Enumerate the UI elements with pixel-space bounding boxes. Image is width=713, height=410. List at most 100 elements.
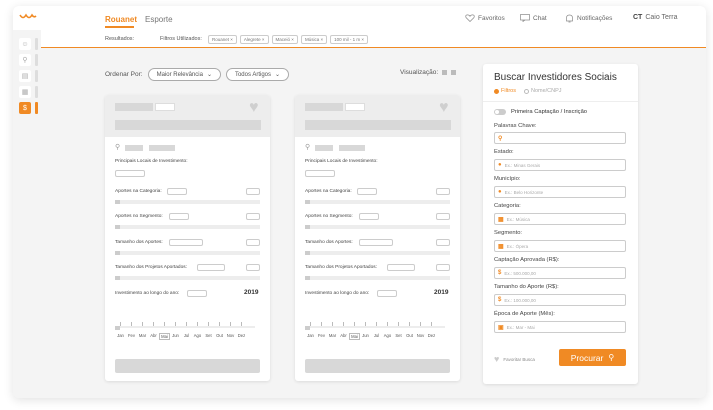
favorite-heart-icon[interactable]: ♥ — [249, 99, 259, 117]
tamanho-aporte-placeholder: Ex.: 100.000,00 — [504, 297, 536, 303]
filter-chip[interactable]: Alegrete × — [239, 35, 269, 44]
card-action-button[interactable] — [305, 359, 450, 373]
logo-icon — [19, 13, 37, 19]
tab-rouanet[interactable]: Rouanet — [105, 15, 137, 24]
article-filter-select[interactable]: Todos Artigos ⌄ — [225, 68, 290, 81]
locais-label: Principais Locais de Investimento: — [305, 159, 378, 164]
month-label: Mai — [159, 333, 170, 340]
chevron-down-icon: ⌄ — [275, 72, 281, 78]
grid-view-icon[interactable] — [442, 70, 448, 75]
procurar-button[interactable]: Procurar ⚲ — [559, 349, 626, 366]
investor-card: ♥ ⚲ Principais Locais de Investimento: A… — [105, 95, 270, 381]
bell-icon — [566, 14, 573, 23]
radio-nome[interactable]: Nome/CNPJ — [523, 88, 562, 94]
month-label: Dez — [427, 333, 436, 338]
money-icon[interactable]: $ — [19, 102, 31, 114]
municipio-input[interactable]: ● Ex.: Belo Horizonte — [494, 186, 626, 198]
sidebar: ☺ ⚲ ▤ ▦ $ — [13, 30, 41, 398]
placeholder-tag — [345, 103, 365, 111]
value-box — [187, 290, 207, 297]
favoritos-label: Favoritos — [478, 14, 505, 22]
sort-select[interactable]: Maior Relevância ⌄ — [147, 68, 221, 81]
month-label: Mai — [349, 333, 360, 340]
sidebar-indicator — [35, 70, 38, 82]
estado-input[interactable]: ● Ex.: Minas Gerais — [494, 159, 626, 171]
aportes-categoria-label: Aportes na Categoria: — [115, 189, 162, 194]
value-box — [357, 188, 377, 195]
calendar-icon[interactable]: ▦ — [19, 86, 31, 98]
month-label: Abr — [150, 333, 157, 338]
epoca-label: Época de Aporte (Mês): — [494, 311, 555, 317]
tamanho-projetos-label: Tamanho dos Projetos Aportados: — [115, 265, 187, 270]
filter-chip[interactable]: 100 mil - 1 m × — [330, 35, 368, 44]
municipio-placeholder: Ex.: Belo Horizonte — [504, 189, 544, 195]
month-label: Out — [406, 333, 413, 338]
procurar-label: Procurar — [570, 352, 604, 363]
investimento-ano-label: Investimento ao longo do ano: — [305, 291, 370, 296]
placeholder-tag — [155, 103, 175, 111]
search-panel: Buscar Investidores Sociais Filtros Nome… — [483, 64, 638, 384]
month-label: Fev — [128, 333, 135, 338]
segmento-input[interactable]: ▦ Ex.: Ópera — [494, 240, 626, 252]
categoria-input[interactable]: ▦ Ex.: Música — [494, 213, 626, 225]
month-labels: Jan Fev Mar Abr Mai Jun Jul Ago Set Out … — [305, 333, 437, 340]
year-label: 2019 — [244, 289, 259, 296]
notificacoes-link[interactable]: Notificações — [565, 14, 612, 23]
chat-icon — [520, 14, 530, 22]
value-box — [377, 290, 397, 297]
filter-chip[interactable]: Maceió × — [271, 35, 298, 44]
document-icon[interactable]: ▤ — [19, 70, 31, 82]
progress-bar — [115, 276, 260, 280]
chat-link[interactable]: Chat — [520, 14, 547, 22]
heart-icon: ♥ — [494, 354, 500, 364]
search-icon: ⚲ — [498, 135, 503, 142]
captacao-input[interactable]: $ Ex.: 500.000,00 — [494, 267, 626, 279]
categoria-label: Categoria: — [494, 203, 521, 209]
categoria-placeholder: Ex.: Música — [506, 216, 530, 222]
month-label: Abr — [340, 333, 347, 338]
filter-chip[interactable]: Rouanet × — [208, 35, 237, 44]
month-label: Fev — [318, 333, 325, 338]
link-icon[interactable]: ⚲ — [19, 54, 31, 66]
month-label: Dez — [237, 333, 246, 338]
radio-filtros[interactable]: Filtros — [494, 88, 516, 94]
article-filter-value: Todos Artigos — [234, 71, 271, 78]
month-labels: Jan Fev Mar Abr Mai Jun Jul Ago Set Out … — [115, 333, 247, 340]
aportes-segmento-label: Aportes no Segmento: — [305, 214, 353, 219]
favoritos-link[interactable]: Favoritos — [465, 14, 505, 22]
progress-bar — [305, 251, 450, 255]
placeholder-subtitle — [305, 120, 451, 130]
month-label: Nov — [226, 333, 235, 338]
estado-placeholder: Ex.: Minas Gerais — [504, 162, 541, 168]
month-label: Nov — [416, 333, 425, 338]
value-box — [359, 213, 379, 220]
tamanho-aportes-label: Tamanho dos Aportes: — [305, 240, 353, 245]
tab-esporte[interactable]: Esporte — [145, 15, 173, 24]
tamanho-aporte-input[interactable]: $ Ex.: 100.000,00 — [494, 294, 626, 306]
user-icon[interactable]: ☺ — [19, 38, 31, 50]
month-label: Jun — [172, 333, 179, 338]
sidebar-indicator — [35, 86, 38, 98]
month-label: Jul — [373, 333, 380, 338]
user-menu[interactable]: CT Caio Terra — [633, 14, 678, 21]
progress-bar — [305, 225, 450, 229]
value-box — [359, 239, 393, 246]
tamanho-aporte-label: Tamanho do Aporte (R$): — [494, 284, 559, 290]
value-box — [246, 213, 260, 220]
epoca-input[interactable]: ▣ Ex.: Mar - Mai — [494, 321, 626, 333]
placeholder — [315, 145, 333, 151]
favoritar-busca-link[interactable]: ♥ Favoritar Busca — [494, 354, 535, 364]
tamanho-aportes-label: Tamanho dos Aportes: — [115, 240, 163, 245]
list-view-icon[interactable] — [451, 70, 457, 75]
toggle-label: Primeira Captação / Inscrição — [511, 109, 588, 115]
heart-icon — [465, 14, 475, 22]
palavras-chave-input[interactable]: ⚲ — [494, 132, 626, 144]
filter-chip[interactable]: Música × — [300, 35, 328, 44]
card-action-button[interactable] — [115, 359, 260, 373]
value-box — [246, 264, 260, 271]
progress-bar — [115, 251, 260, 255]
month-label: Jun — [362, 333, 369, 338]
primeira-captacao-toggle[interactable] — [494, 109, 506, 115]
radio-on-icon — [494, 88, 499, 94]
favorite-heart-icon[interactable]: ♥ — [439, 99, 449, 117]
